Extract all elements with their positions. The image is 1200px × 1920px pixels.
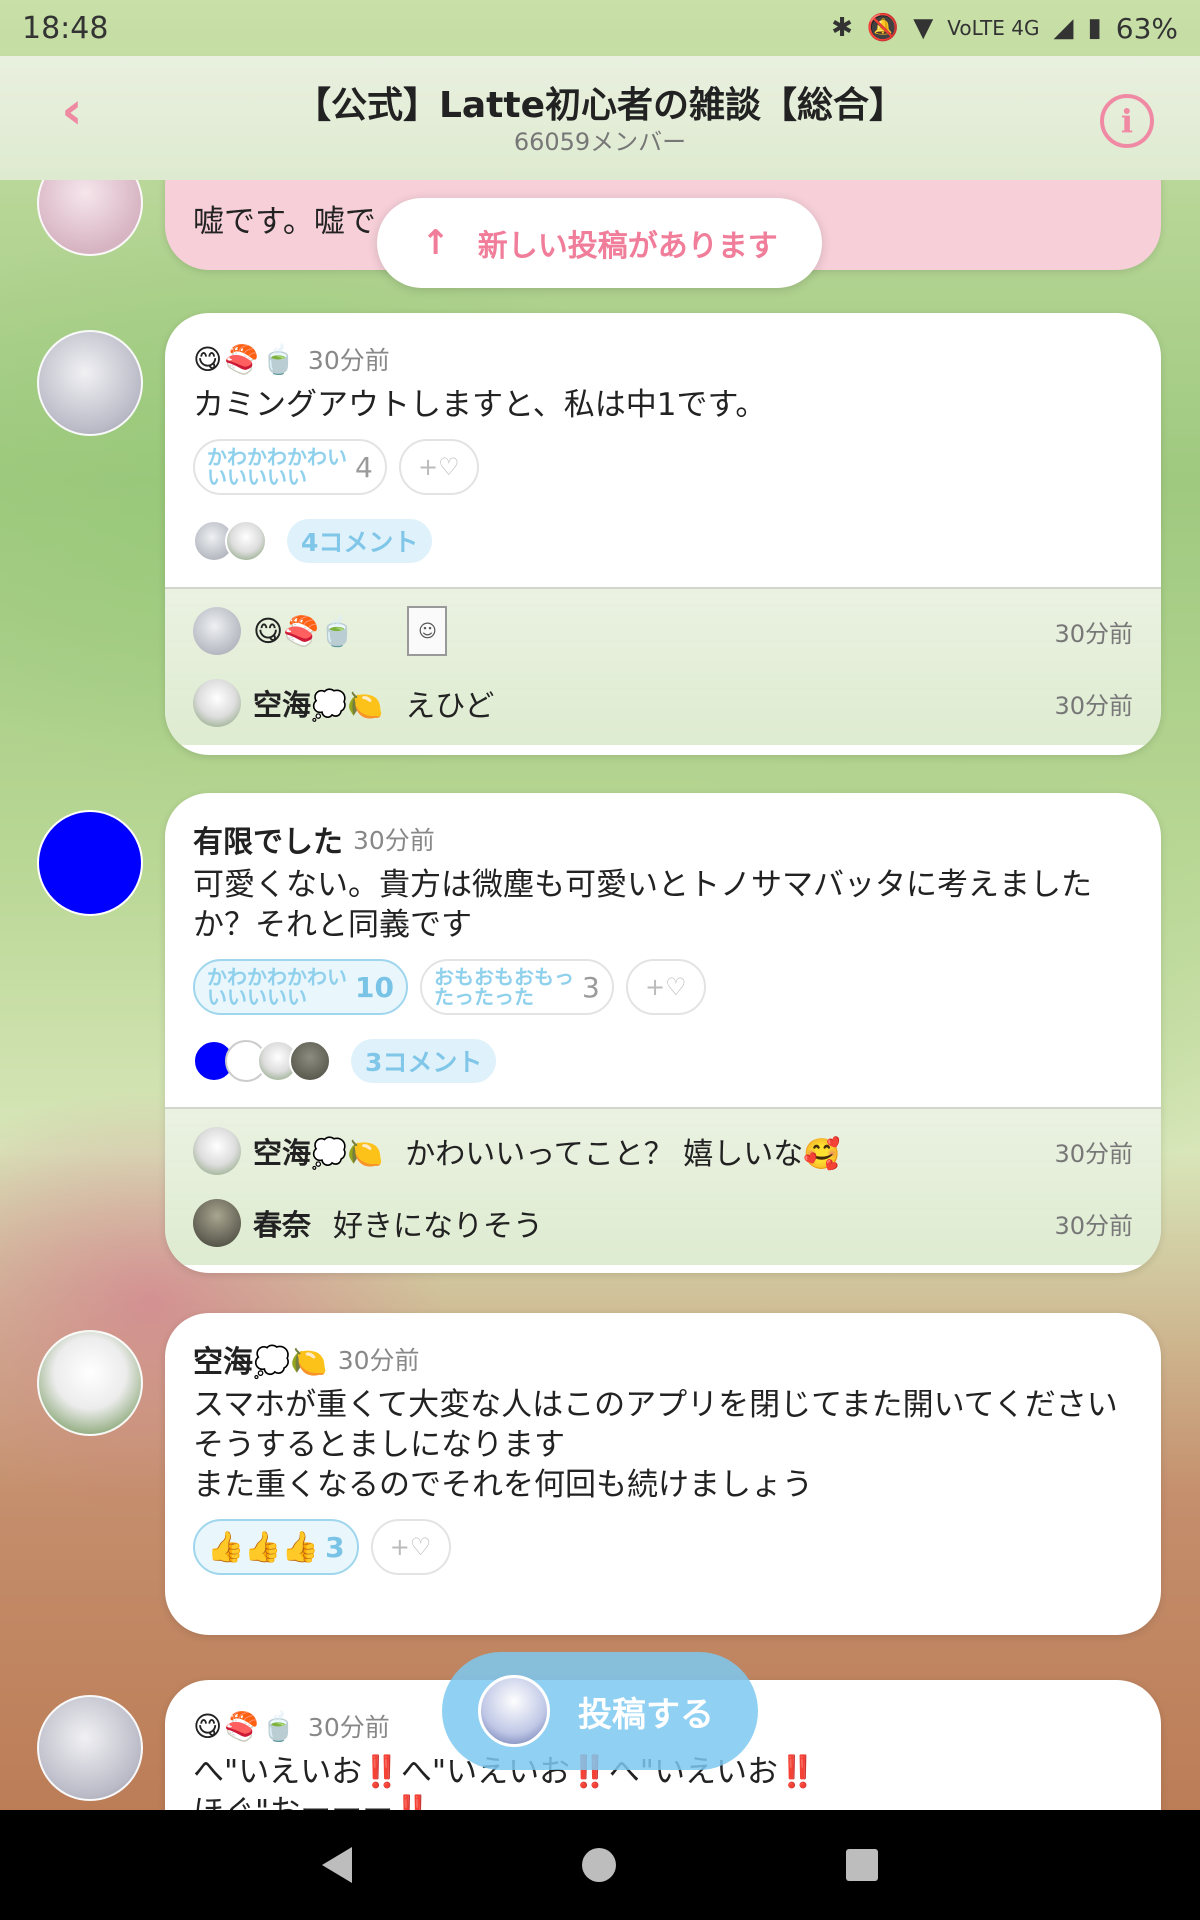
reply-item[interactable]: 空海💭🍋 えひど 30分前 (193, 667, 1133, 739)
add-reaction-button[interactable]: +♡ (625, 959, 706, 1015)
reaction-count: 3 (325, 1530, 345, 1564)
compose-post-button[interactable]: 投稿する (442, 1652, 758, 1770)
reply-avatar[interactable] (193, 607, 241, 655)
mute-icon: 🔕 (866, 13, 900, 43)
author-name[interactable]: 空海💭🍋 (193, 1337, 328, 1381)
post-card[interactable]: 空海💭🍋 30分前 スマホが重くて大変な人はこのアプリを閉じてまた開いてください… (165, 1313, 1161, 1635)
status-bar: 18:48 ✱ 🔕 ▼ VoLTE 4G ◢ ▮ 63% (0, 0, 1200, 56)
reply-time: 30分前 (1054, 691, 1133, 720)
status-icons: ✱ 🔕 ▼ VoLTE 4G ◢ ▮ 63% (831, 12, 1178, 45)
reaction-count: 4 (355, 450, 373, 484)
nav-home-icon[interactable] (582, 1848, 616, 1882)
nav-recents-icon[interactable] (846, 1849, 878, 1881)
reply-item[interactable]: 😋🍣🍵 ☺ 30分前 (193, 595, 1133, 667)
member-count: 66059メンバー (513, 128, 687, 156)
avatar[interactable] (37, 330, 143, 436)
system-navigation-bar (0, 1810, 1200, 1920)
post-time: 30分前 (337, 1346, 420, 1375)
mini-avatar (289, 1040, 331, 1082)
reaction-count: 3 (581, 970, 600, 1004)
reply-text: 好きになりそう (333, 1209, 544, 1244)
new-posts-label: 新しい投稿があります (477, 229, 778, 264)
reaction-label: おもおもおもったったった (433, 965, 574, 1009)
post-feed[interactable]: 嘘です。嘘で 😋🍣🍵 30分前 カミングアウトしますと、私は中1です。 かわかわ… (0, 180, 1200, 1810)
info-icon[interactable]: i (1100, 94, 1154, 148)
group-title: 【公式】Latte初心者の雑談【総合】 (294, 85, 906, 126)
author-name[interactable]: 😋🍣🍵 (193, 343, 298, 376)
mascot-avatar-icon (478, 1675, 550, 1747)
mini-avatar (225, 520, 267, 562)
battery-percent: 63% (1115, 11, 1178, 45)
comment-summary[interactable]: 4コメント (193, 519, 1133, 563)
network-label: VoLTE 4G (947, 16, 1040, 40)
avatar[interactable] (37, 810, 143, 916)
battery-icon: ▮ (1087, 13, 1102, 43)
reaction-label: かわかわかわいいいいいい (207, 445, 347, 489)
reaction-list: 👍👍👍 3 +♡ (193, 1519, 1133, 1575)
post-time: 30分前 (307, 1713, 390, 1742)
reply-item[interactable]: 空海💭🍋 かわいいってこと？ 嬉しいな🥰 30分前 (193, 1115, 1133, 1187)
nav-back-icon[interactable] (322, 1847, 352, 1883)
avatar[interactable] (37, 180, 143, 256)
reply-text: えひど (405, 689, 495, 724)
wifi-icon: ▼ (913, 13, 934, 43)
reply-author: 😋🍣🍵 (253, 613, 356, 648)
reply-text: かわいいってこと？ 嬉しいな🥰 (405, 1137, 841, 1172)
reaction-emoji: 👍👍👍 (207, 1529, 320, 1565)
reaction-chip[interactable]: かわかわかわいいいいいい 10 (193, 959, 408, 1015)
author-name[interactable]: 有限でした (193, 817, 343, 861)
reply-list: 😋🍣🍵 ☺ 30分前 空海💭🍋 えひど 30分前 (165, 587, 1161, 745)
reaction-count: 10 (355, 970, 394, 1004)
avatar[interactable] (37, 1695, 143, 1801)
reaction-chip[interactable]: 👍👍👍 3 (193, 1519, 359, 1575)
reaction-chip[interactable]: おもおもおもったったった 3 (419, 959, 614, 1015)
commenter-avatars (193, 520, 267, 562)
new-posts-banner[interactable]: ↑ 新しい投稿があります (377, 198, 822, 288)
reply-author: 春奈 (253, 1208, 312, 1242)
post-card[interactable]: 😋🍣🍵 30分前 カミングアウトしますと、私は中1です。 かわかわかわいいいいい… (165, 313, 1161, 755)
bluetooth-icon: ✱ (831, 13, 853, 43)
comment-summary[interactable]: 3コメント (193, 1039, 1133, 1083)
reaction-list: かわかわかわいいいいいい 10 おもおもおもったったった 3 +♡ (193, 959, 1133, 1015)
compose-post-label: 投稿する (578, 1694, 714, 1735)
add-reaction-button[interactable]: +♡ (370, 1519, 451, 1575)
reaction-chip[interactable]: かわかわかわいいいいいい 4 (193, 439, 387, 495)
post-time: 30分前 (353, 826, 435, 855)
post-text: スマホが重くて大変な人はこのアプリを閉じてまた開いてください そうするとましにな… (193, 1387, 1118, 1503)
group-header: ‹ 【公式】Latte初心者の雑談【総合】 66059メンバー i (0, 56, 1200, 180)
status-time: 18:48 (22, 10, 109, 46)
author-name[interactable]: 😋🍣🍵 (193, 1710, 298, 1743)
post-text: 可愛くない。貴方は微塵も可愛いとトノサマバッタに考えましたか？それと同義です (193, 867, 1092, 943)
reply-time: 30分前 (1054, 1139, 1133, 1168)
signal-icon: ◢ (1053, 13, 1074, 43)
avatar[interactable] (37, 1330, 143, 1436)
add-reaction-button[interactable]: +♡ (398, 439, 479, 495)
post-card[interactable]: 有限でした 30分前 可愛くない。貴方は微塵も可愛いとトノサマバッタに考えました… (165, 793, 1161, 1273)
reply-time: 30分前 (1054, 619, 1133, 648)
comment-count[interactable]: 3コメント (351, 1039, 497, 1083)
post-text: カミングアウトしますと、私は中1です。 (193, 387, 767, 423)
reply-item[interactable]: 春奈 好きになりそう 30分前 (193, 1187, 1133, 1259)
arrow-up-icon: ↑ (421, 223, 450, 263)
reply-time: 30分前 (1054, 1211, 1133, 1240)
commenter-avatars (193, 1040, 331, 1082)
reply-avatar[interactable] (193, 679, 241, 727)
reply-avatar[interactable] (193, 1199, 241, 1247)
reply-author: 空海💭🍋 (253, 1136, 384, 1170)
sticker-image: ☺ (407, 606, 448, 656)
comment-count[interactable]: 4コメント (287, 519, 433, 563)
reaction-list: かわかわかわいいいいいい 4 +♡ (193, 439, 1133, 495)
reaction-label: かわかわかわいいいいいい (207, 965, 347, 1009)
reply-author: 空海💭🍋 (253, 688, 384, 722)
reply-list: 空海💭🍋 かわいいってこと？ 嬉しいな🥰 30分前 春奈 好きになりそう 30分… (165, 1107, 1161, 1265)
post-time: 30分前 (307, 346, 390, 375)
reply-avatar[interactable] (193, 1127, 241, 1175)
